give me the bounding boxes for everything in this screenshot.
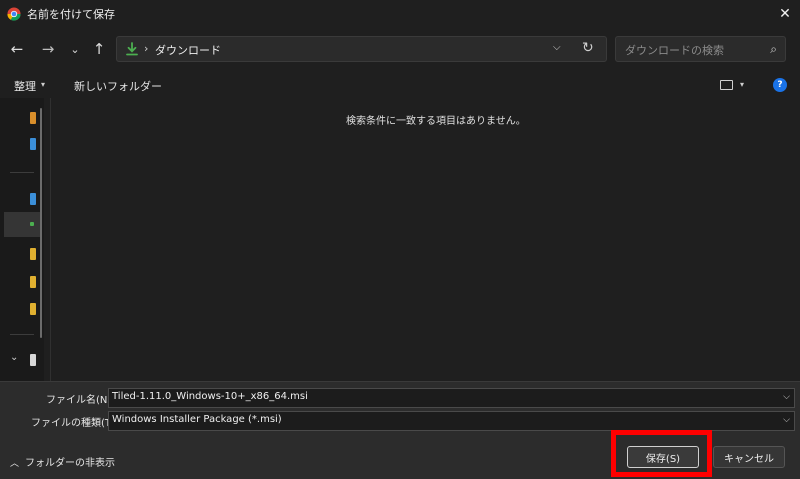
- filetype-value[interactable]: Windows Installer Package (*.msi): [112, 414, 282, 425]
- chevron-up-icon: ︿: [10, 459, 20, 469]
- pc-icon[interactable]: [30, 354, 36, 366]
- filetype-label: ファイルの種類(T):: [31, 418, 119, 429]
- download-icon: [126, 42, 138, 56]
- empty-message: 検索条件に一致する項目はありません。: [346, 116, 526, 127]
- filename-label: ファイル名(N):: [46, 395, 115, 406]
- help-icon[interactable]: ?: [773, 78, 787, 92]
- expand-chevron-icon[interactable]: ⌄: [10, 352, 18, 363]
- search-placeholder: ダウンロードの検索: [625, 44, 724, 57]
- pane-divider[interactable]: [50, 98, 51, 381]
- nav-divider: [10, 334, 34, 335]
- download-icon: [30, 222, 34, 226]
- search-input[interactable]: ダウンロードの検索 ⌕: [615, 36, 786, 62]
- save-button[interactable]: 保存(S): [627, 446, 699, 468]
- organize-caret-icon[interactable]: ▾: [41, 80, 45, 89]
- recent-locations-button[interactable]: ⌄: [64, 38, 86, 60]
- chevron-down-icon[interactable]: ⌵: [783, 415, 790, 425]
- new-folder-button[interactable]: 新しいフォルダー: [74, 78, 162, 94]
- organize-button[interactable]: 整理: [14, 78, 36, 94]
- title-bar: 名前を付けて保存 ✕: [0, 0, 800, 28]
- scrollbar[interactable]: [40, 108, 42, 338]
- folder-icon[interactable]: [30, 112, 36, 124]
- address-dropdown-icon[interactable]: ⌵: [553, 42, 561, 53]
- cancel-button[interactable]: キャンセル: [713, 446, 785, 468]
- folder-icon[interactable]: [30, 303, 36, 315]
- hide-folders-label: フォルダーの非表示: [25, 458, 116, 469]
- up-button[interactable]: ↑: [88, 38, 110, 60]
- breadcrumb-downloads[interactable]: ダウンロード: [155, 42, 221, 58]
- hide-folders-toggle[interactable]: ︿ フォルダーの非表示: [10, 454, 115, 469]
- chevron-down-icon[interactable]: ⌵: [783, 392, 790, 402]
- breadcrumb-separator-icon: ›: [144, 42, 149, 55]
- folder-icon[interactable]: [30, 248, 36, 260]
- view-caret-icon[interactable]: ▾: [740, 80, 744, 89]
- filename-field[interactable]: Tiled-1.11.0_Windows-10+_x86_64.msi ⌵: [108, 388, 795, 408]
- address-bar[interactable]: › ダウンロード ⌵ ↻: [116, 36, 607, 62]
- search-icon[interactable]: ⌕: [770, 42, 777, 57]
- nav-item-selected[interactable]: [4, 212, 40, 237]
- folder-icon[interactable]: [30, 276, 36, 288]
- refresh-icon[interactable]: ↻: [582, 40, 594, 56]
- forward-button[interactable]: →: [37, 38, 59, 60]
- folder-icon[interactable]: [30, 193, 36, 205]
- nav-divider: [10, 172, 34, 173]
- filename-value[interactable]: Tiled-1.11.0_Windows-10+_x86_64.msi: [112, 391, 308, 402]
- window-title: 名前を付けて保存: [27, 8, 115, 21]
- navigation-pane[interactable]: ⌄: [0, 98, 44, 381]
- command-bar: 整理 ▾ 新しいフォルダー ▾ ?: [0, 72, 800, 98]
- view-mode-icon[interactable]: [720, 80, 733, 90]
- close-button[interactable]: ✕: [770, 0, 800, 28]
- back-button[interactable]: ←: [6, 38, 28, 60]
- filetype-select[interactable]: Windows Installer Package (*.msi) ⌵: [108, 411, 795, 431]
- chrome-icon: [7, 7, 21, 21]
- folder-icon[interactable]: [30, 138, 36, 150]
